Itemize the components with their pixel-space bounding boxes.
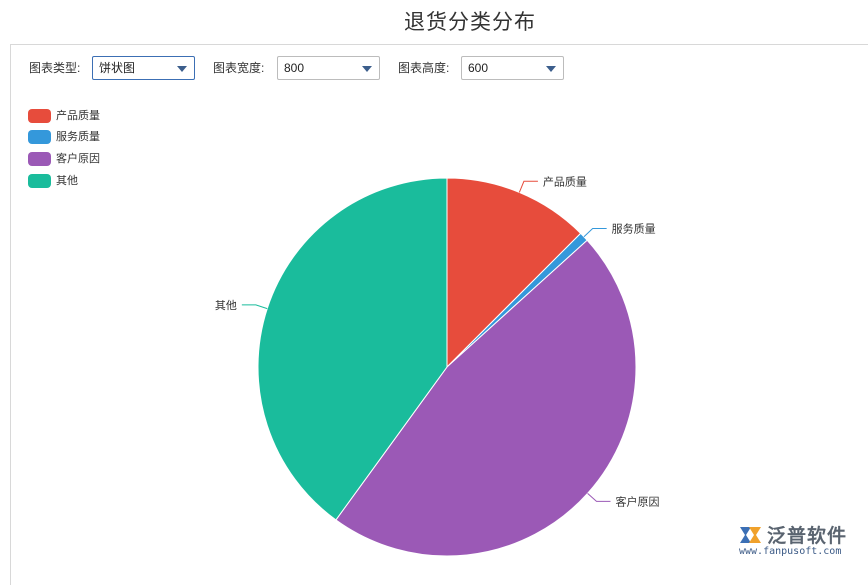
slice-label: 其他 <box>215 299 237 312</box>
slice-label: 客户原因 <box>616 494 660 508</box>
logo-url: www.fanpusoft.com <box>739 546 842 557</box>
slice-label: 服务质量 <box>612 222 656 235</box>
pie-chart: 产品质量服务质量客户原因 其他 <box>215 174 660 557</box>
logo-brand-name: 泛普软件 <box>767 525 848 547</box>
slice-label-line <box>518 180 538 193</box>
slice-label: 产品质量 <box>543 174 587 188</box>
slice-label-line <box>583 227 607 238</box>
fanpu-logo-icon <box>740 527 761 543</box>
slice-label-line <box>241 304 268 310</box>
slice-label-line <box>587 492 611 502</box>
fanpu-logo: 泛普软件 www.fanpusoft.com <box>737 521 862 559</box>
